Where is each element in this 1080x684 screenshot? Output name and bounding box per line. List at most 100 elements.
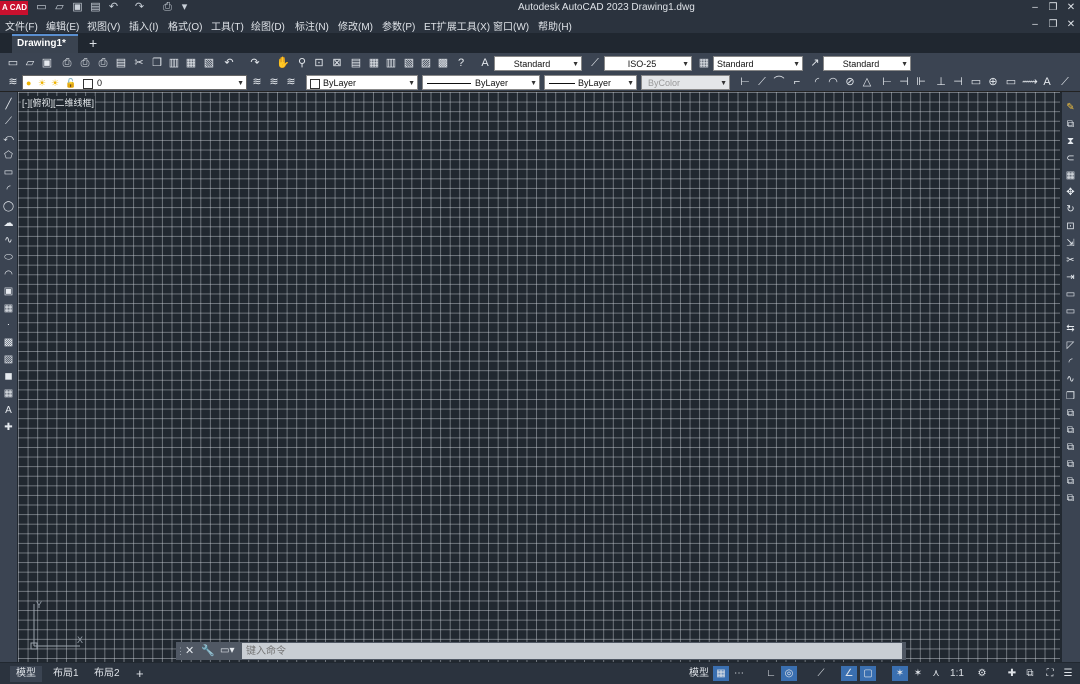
save-icon[interactable]: ▣ [40,56,54,70]
erase-icon[interactable]: ✎ [1064,101,1077,114]
region-icon[interactable]: ◼ [2,370,15,383]
ortho-icon[interactable]: ∟ [763,666,779,681]
copy-icon[interactable]: ❐ [150,56,164,70]
zoom-realtime-icon[interactable]: ⚲ [295,56,309,70]
menu-help[interactable]: 帮助(H) [538,18,572,33]
tab-model[interactable]: 模型 [10,666,42,682]
draworder-above-icon[interactable]: ⧉ [1064,441,1077,454]
workspace-gear-icon[interactable]: ⚙ [974,666,990,681]
dim-style-dropdown[interactable]: ISO-25 ▼ [604,56,692,71]
array-icon[interactable]: ▦ [1064,169,1077,182]
plot-icon[interactable]: ⎙ [161,1,174,14]
annotation-monitor-icon[interactable]: ✚ [1004,666,1020,681]
drawing-canvas[interactable] [18,92,1060,662]
diameter-dim-icon[interactable]: ⊘ [843,75,857,89]
command-close-icon[interactable]: ✕ [185,644,197,658]
point-icon[interactable]: ⋅ [2,319,15,332]
hatch-to-back-icon[interactable]: ⧉ [1064,492,1077,505]
open-file-icon[interactable]: ▱ [53,1,66,14]
linetype-dropdown[interactable]: ByLayer ▼ [422,75,540,90]
fullscreen-icon[interactable]: ⛶ [1042,666,1058,681]
menu-format[interactable]: 格式(O) [168,18,202,33]
auto-scale-icon[interactable]: ✶ [910,666,926,681]
circle-icon[interactable]: ◯ [2,200,15,213]
viewport-controls[interactable]: [-][俯视][二维线框] [21,96,96,109]
menu-dimension[interactable]: 标注(N) [295,18,329,33]
zoom-window-icon[interactable]: ⊡ [312,56,326,70]
calculator-icon[interactable]: ▩ [436,56,450,70]
construction-line-icon[interactable]: ⟋ [2,115,15,128]
polyline-icon[interactable]: ⤺ [2,132,15,145]
menu-view[interactable]: 视图(V) [87,18,120,33]
mtext-icon[interactable]: A [2,404,15,417]
add-layout-button[interactable]: + [130,666,150,682]
customization-menu-icon[interactable]: ☰ [1060,666,1076,681]
undo-icon[interactable]: ↶ [107,1,120,14]
table-style-dropdown[interactable]: Standard ▼ [713,56,803,71]
angular-dim-icon[interactable]: △ [860,75,874,89]
dim-space-icon[interactable]: ⊥ [934,75,948,89]
hatch-icon[interactable]: ▩ [2,336,15,349]
copy-object-icon[interactable]: ⧉ [1064,118,1077,131]
undo-icon[interactable]: ↶ [222,56,236,70]
add-selected-icon[interactable]: ✚ [2,421,15,434]
jogged-linear-icon[interactable]: ⟿ [1022,75,1038,89]
extend-icon[interactable]: ⇥ [1064,271,1077,284]
minimize-icon[interactable]: – [1028,1,1042,14]
menu-express-tools[interactable]: ET扩展工具(X) [424,18,490,33]
plot-icon[interactable]: ⎙ [60,56,74,70]
gradient-icon[interactable]: ▨ [2,353,15,366]
layer-state-icon[interactable]: ≋ [284,75,298,89]
isolate-objects-icon[interactable]: ⧉ [1022,666,1038,681]
text-style-dropdown[interactable]: Standard ▼ [494,56,582,71]
text-to-front-icon[interactable]: ⧉ [1064,475,1077,488]
new-tab-button[interactable]: + [89,35,97,51]
continue-dim-icon[interactable]: ⊩ [914,75,928,89]
recent-commands-icon[interactable]: ▭▾ [220,644,240,658]
explode-icon[interactable]: ❒ [1064,390,1077,403]
redo-icon[interactable]: ↷ [248,56,262,70]
trim-icon[interactable]: ✂ [1064,254,1077,267]
tab-drawing1[interactable]: Drawing1* [12,34,78,53]
doc-close-icon[interactable]: ✕ [1064,18,1078,31]
cut-icon[interactable]: ✂ [132,56,146,70]
lineweight-dropdown[interactable]: ByLayer ▼ [544,75,637,90]
ellipse-icon[interactable]: ⬭ [2,251,15,264]
chamfer-icon[interactable]: ◸ [1064,339,1077,352]
menu-tools[interactable]: 工具(T) [211,18,244,33]
arc-length-icon[interactable]: ⌒ [772,75,786,89]
ordinate-dim-icon[interactable]: ⌐ [790,75,804,89]
command-grip[interactable]: ⋮ [176,644,185,658]
restore-icon[interactable]: ❐ [1046,1,1060,14]
quick-dim-icon[interactable]: ⊢ [880,75,894,89]
baseline-dim-icon[interactable]: ⊣ [897,75,911,89]
polar-icon[interactable]: ◎ [781,666,797,681]
design-center-icon[interactable]: ▦ [367,56,381,70]
pan-icon[interactable]: ✋ [276,56,290,70]
scale-dropdown[interactable]: 1:1 [946,666,968,681]
spline-icon[interactable]: ∿ [2,234,15,247]
publish-icon[interactable]: ⎙ [96,56,110,70]
blend-curves-icon[interactable]: ∿ [1064,373,1077,386]
break-point-icon[interactable]: ▭ [1064,288,1077,301]
model-space-toggle[interactable]: 模型 [683,666,715,682]
menu-insert[interactable]: 插入(I) [129,18,158,33]
line-icon[interactable]: ╱ [2,98,15,111]
autocad-logo[interactable]: A CAD [0,1,28,15]
annotation-scale-icon[interactable]: ⋏ [928,666,944,681]
osnap-tracking-icon[interactable]: ∠ [841,666,857,681]
draworder-front-icon[interactable]: ⧉ [1064,407,1077,420]
offset-icon[interactable]: ⊂ [1064,152,1077,165]
annotation-visibility-icon[interactable]: ✶ [892,666,908,681]
doc-restore-icon[interactable]: ❐ [1046,18,1060,31]
menu-edit[interactable]: 编辑(E) [46,18,79,33]
scale-icon[interactable]: ⊡ [1064,220,1077,233]
move-icon[interactable]: ✥ [1064,186,1077,199]
tolerance-icon[interactable]: ▭ [969,75,983,89]
menu-file[interactable]: 文件(F) [5,18,38,33]
fillet-icon[interactable]: ◜ [1064,356,1077,369]
paste-icon[interactable]: ▥ [167,56,181,70]
polygon-icon[interactable]: ⬠ [2,149,15,162]
menu-window[interactable]: 窗口(W) [493,18,529,33]
export-icon[interactable]: ▤ [114,56,128,70]
